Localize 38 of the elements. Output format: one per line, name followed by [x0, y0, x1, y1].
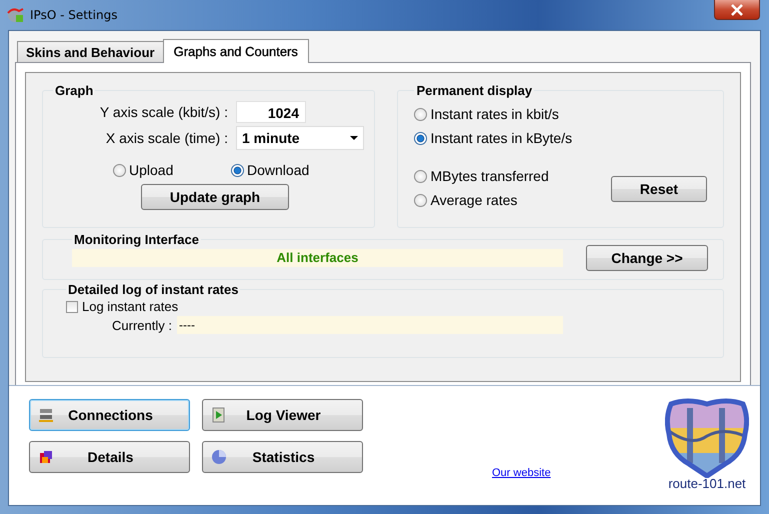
group-title: Detailed log of instant rates: [67, 282, 240, 297]
close-icon: [730, 4, 744, 16]
group-title: Permanent display: [415, 83, 534, 98]
field-label: Currently :: [111, 318, 173, 332]
logo-caption: route-101.net: [668, 476, 746, 491]
tab[interactable]: Graphs and Counters: [162, 39, 309, 63]
window-title: IPsO - Settings: [30, 8, 118, 22]
reset-button[interactable]: Reset: [611, 176, 707, 202]
button[interactable]: Log Viewer: [202, 399, 363, 431]
update-graph-button[interactable]: Update graph: [141, 184, 289, 210]
pie-icon: [211, 449, 227, 465]
change-button[interactable]: Change >>: [586, 245, 708, 271]
interface-value: All interfaces: [72, 249, 563, 267]
button[interactable]: Statistics: [202, 441, 363, 473]
radio-button[interactable]: Download: [231, 162, 327, 178]
input-field[interactable]: 1024: [236, 101, 306, 123]
group-title: Graph: [54, 83, 94, 98]
button[interactable]: Details: [29, 441, 190, 473]
app-icon: [7, 6, 25, 22]
server-icon: [38, 407, 54, 423]
status-value: ----: [177, 316, 563, 334]
field-label: X axis scale (time) :: [104, 130, 229, 146]
radio-button[interactable]: Upload: [113, 162, 209, 178]
radio-button[interactable]: Average rates: [414, 192, 572, 208]
play-document-icon: [211, 407, 227, 423]
button[interactable]: Connections: [29, 399, 190, 431]
field-label: Y axis scale (kbit/s) :: [98, 104, 229, 120]
group-title: Monitoring Interface: [73, 232, 200, 247]
caret-icon: [350, 136, 358, 140]
close-button[interactable]: [714, 0, 760, 20]
radio-button[interactable]: Instant rates in kByte/s: [414, 130, 572, 146]
blocks-icon: [38, 449, 54, 465]
radio-button[interactable]: Instant rates in kbit/s: [414, 106, 572, 122]
radio-button[interactable]: MBytes transferred: [414, 168, 572, 184]
tab[interactable]: Skins and Behaviour: [17, 41, 164, 62]
website-link[interactable]: Our website: [492, 467, 551, 479]
checkbox[interactable]: Log instant rates: [66, 299, 178, 314]
dropdown[interactable]: 1 minute: [236, 126, 364, 150]
